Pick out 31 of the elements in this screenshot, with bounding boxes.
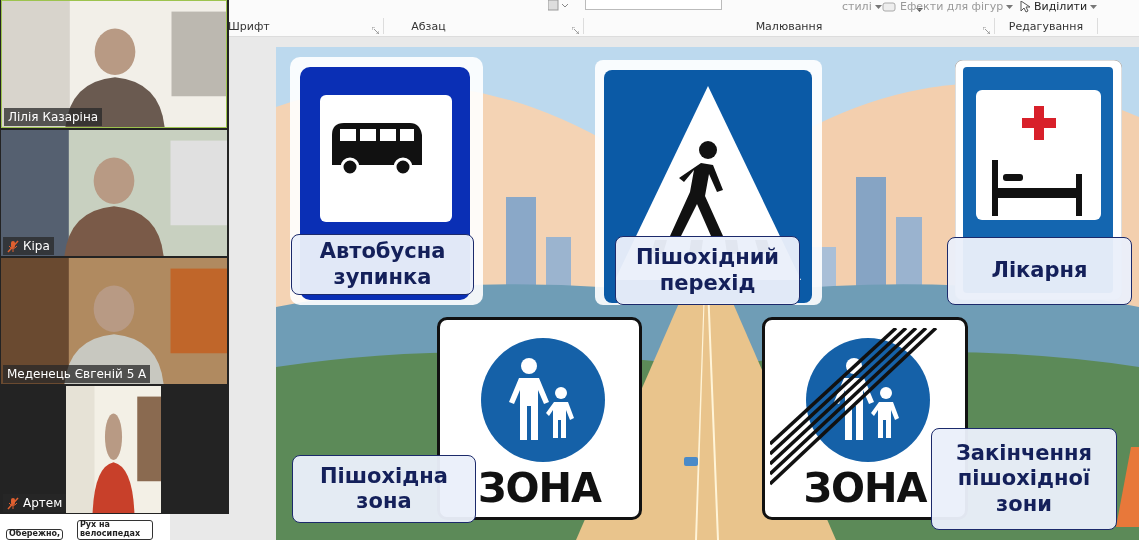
dialog-launcher-icon: [372, 27, 379, 34]
dialog-launcher-icon: [983, 27, 990, 34]
ribbon-group-label: Редагування: [1008, 19, 1084, 33]
ribbon-group-label: Малювання: [755, 19, 823, 33]
caret-icon: [1090, 4, 1098, 9]
sign-caption: Рух на велосипедах: [77, 520, 153, 540]
ribbon-group-label: Шрифт: [228, 19, 270, 33]
sign-caption: Обережно,: [6, 529, 63, 540]
pedestrian-figures-icon: [806, 338, 930, 462]
styles-button[interactable]: стилі: [842, 0, 882, 13]
sign-text: ЗОНА: [802, 465, 928, 511]
participant-name: Артем: [23, 496, 63, 510]
participant-name: Лілія Казаріна: [8, 110, 99, 124]
pedestrian-figures-icon: [481, 338, 605, 462]
shape-effects-button[interactable]: Ефекти для фігур: [882, 0, 1014, 13]
sign-label: Лікарня: [947, 237, 1132, 305]
dialog-launcher-icon: [572, 27, 579, 34]
participant-name: Меденець Євгеній 5 А: [7, 367, 147, 381]
participant-name: Кіра: [23, 239, 50, 253]
muted-microphone-icon: [7, 496, 19, 510]
caret-icon: [874, 4, 882, 9]
sign-label: Автобусна зупинка: [291, 234, 474, 295]
sign-label: Закінчення пішохідної зони: [931, 428, 1117, 530]
select-button[interactable]: Виділити: [1020, 0, 1098, 13]
shape-effects-icon: [882, 1, 896, 12]
ribbon-group-label: Абзац: [411, 19, 446, 33]
muted-microphone-icon: [7, 239, 19, 253]
caret-icon: [1006, 4, 1014, 9]
sign-label: Пішохідна зона: [292, 455, 476, 523]
caret-icon: [916, 8, 923, 12]
sign-label: Пішохідний перехід: [615, 236, 800, 305]
